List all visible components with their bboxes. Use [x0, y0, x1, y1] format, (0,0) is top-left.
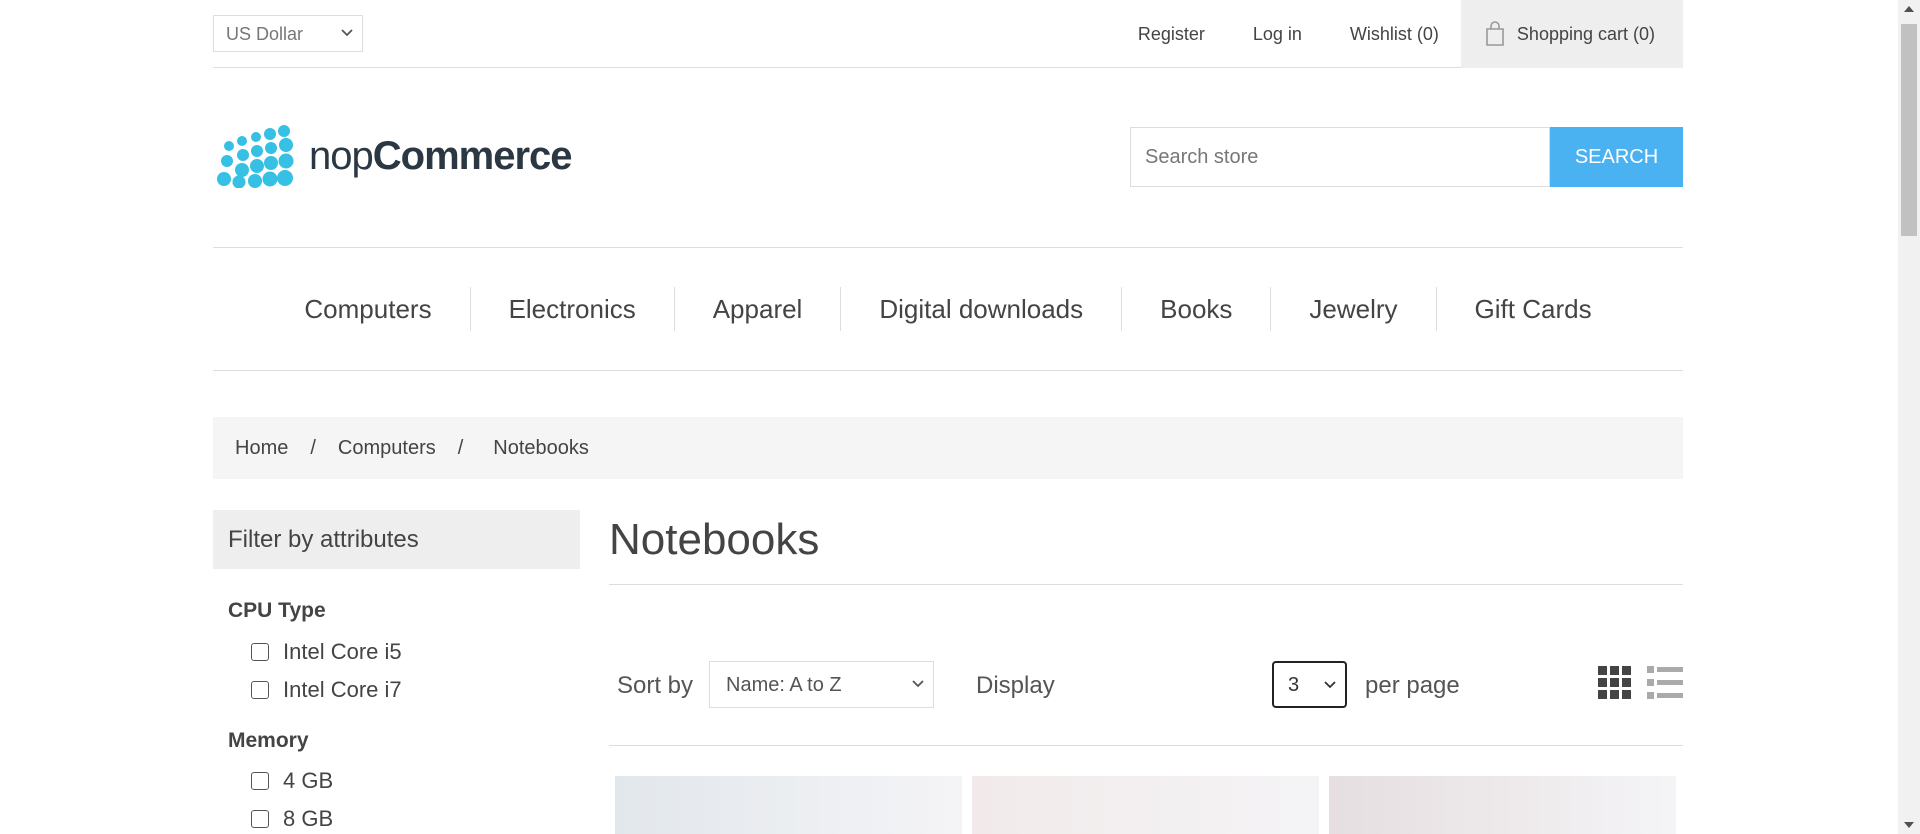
checkbox[interactable]	[251, 810, 269, 828]
search-box: Search store SEARCH	[1130, 127, 1683, 187]
page-size-select[interactable]: 3	[1272, 661, 1347, 708]
login-link[interactable]: Log in	[1253, 24, 1302, 45]
top-menu: Computers Electronics Apparel Digital do…	[213, 248, 1683, 371]
filter-option[interactable]: 4 GB	[251, 768, 333, 794]
filter-group-memory: Memory	[228, 729, 309, 752]
scrollbar-thumb[interactable]	[1901, 24, 1917, 236]
menu-item-apparel[interactable]: Apparel	[673, 287, 841, 331]
product-image-tile[interactable]	[615, 776, 962, 834]
product-selectors: Sort by Name: A to Z Display 3 per page	[617, 660, 1683, 708]
page-title: Notebooks	[609, 515, 820, 564]
menu-item-books[interactable]: Books	[1121, 287, 1270, 331]
menu-item-electronics[interactable]: Electronics	[469, 287, 674, 331]
per-page-label: per page	[1365, 672, 1460, 699]
scroll-down-arrow-icon[interactable]	[1904, 822, 1914, 828]
breadcrumb-separator: /	[310, 436, 316, 459]
shopping-bag-icon	[1486, 21, 1504, 46]
menu-item-computers[interactable]: Computers	[266, 287, 469, 331]
divider	[609, 745, 1683, 746]
filter-option[interactable]: Intel Core i5	[251, 639, 402, 665]
filter-option[interactable]: Intel Core i7	[251, 677, 402, 703]
search-input[interactable]: Search store	[1130, 127, 1550, 187]
store-logo[interactable]: nopCommerce	[215, 124, 573, 188]
filter-option-label: Intel Core i7	[283, 677, 402, 702]
chevron-down-icon	[1324, 681, 1336, 689]
checkbox[interactable]	[251, 643, 269, 661]
sort-value: Name: A to Z	[726, 674, 842, 696]
currency-selector[interactable]: US Dollar	[213, 15, 363, 52]
grid-view-icon[interactable]	[1598, 666, 1632, 700]
filter-option-label: 8 GB	[283, 806, 334, 831]
currency-value: US Dollar	[226, 24, 304, 44]
scroll-up-arrow-icon[interactable]	[1904, 6, 1914, 12]
chevron-down-icon	[341, 29, 353, 37]
breadcrumb-current: Notebooks	[493, 436, 589, 459]
page-container: US Dollar Register Log in Wishlist (0) S…	[213, 0, 1683, 834]
filter-option-label: 4 GB	[283, 768, 334, 793]
filter-option-label: Intel Core i5	[283, 639, 402, 664]
product-image-tile[interactable]	[972, 776, 1319, 834]
product-image-tile[interactable]	[1329, 776, 1676, 834]
menu-item-gift-cards[interactable]: Gift Cards	[1435, 287, 1630, 331]
header-links-bar: US Dollar Register Log in Wishlist (0) S…	[213, 0, 1683, 68]
checkbox[interactable]	[251, 681, 269, 699]
logo-wordmark: nopCommerce	[309, 133, 573, 178]
menu-item-digital-downloads[interactable]: Digital downloads	[840, 287, 1121, 331]
filter-option[interactable]: 8 GB	[251, 806, 333, 832]
chevron-down-icon	[912, 680, 924, 688]
shopping-cart-link[interactable]: Shopping cart (0)	[1460, 0, 1683, 68]
wishlist-link[interactable]: Wishlist (0)	[1350, 24, 1439, 45]
breadcrumb-computers[interactable]: Computers	[338, 437, 436, 460]
vertical-scrollbar[interactable]	[1898, 0, 1920, 834]
sort-label: Sort by	[617, 672, 694, 699]
logo-dots-icon	[217, 125, 294, 188]
list-view-icon[interactable]	[1647, 666, 1683, 700]
search-button[interactable]: SEARCH	[1550, 127, 1683, 187]
display-label: Display	[976, 672, 1055, 699]
filter-title: Filter by attributes	[213, 510, 580, 569]
register-link[interactable]: Register	[1138, 24, 1205, 45]
header-links: Register Log in Wishlist (0) Shopping ca…	[1138, 0, 1683, 68]
divider	[609, 584, 1683, 585]
breadcrumb: Home / Computers / Notebooks	[213, 417, 1683, 479]
checkbox[interactable]	[251, 772, 269, 790]
menu-item-jewelry[interactable]: Jewelry	[1270, 287, 1435, 331]
sort-select[interactable]: Name: A to Z	[709, 661, 934, 708]
breadcrumb-separator: /	[457, 436, 464, 459]
page-size-value: 3	[1288, 674, 1300, 696]
filter-group-cpu-type: CPU Type	[228, 599, 326, 622]
breadcrumb-home[interactable]: Home	[235, 437, 288, 460]
cart-label: Shopping cart (0)	[1516, 23, 1655, 44]
